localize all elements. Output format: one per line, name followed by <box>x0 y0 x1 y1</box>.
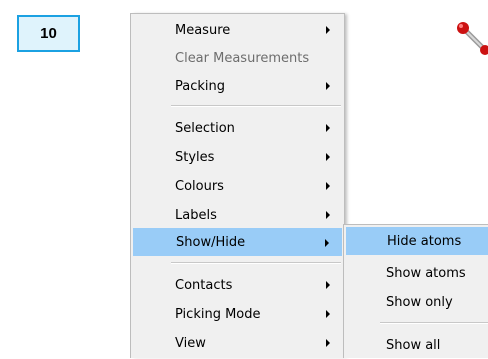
submenu-arrow-icon <box>326 124 330 132</box>
submenu-item-label: Hide atoms <box>387 233 462 249</box>
submenu-item-show-only[interactable]: Show only <box>346 288 488 316</box>
menu-item-measure[interactable]: Measure <box>133 16 342 44</box>
menu-item-label: View <box>175 335 206 351</box>
menu-item-view[interactable]: View <box>133 329 342 357</box>
menu-item-label: Selection <box>175 120 235 136</box>
menu-item-styles[interactable]: Styles <box>133 143 342 171</box>
submenu-arrow-icon <box>325 239 329 247</box>
menu-item-picking-mode[interactable]: Picking Mode <box>133 300 342 328</box>
submenu-item-label: Show only <box>386 294 453 310</box>
menu-item-selection[interactable]: Selection <box>133 114 342 142</box>
submenu-arrow-icon <box>326 153 330 161</box>
submenu-arrow-icon <box>326 82 330 90</box>
submenu-item-label: Show atoms <box>386 265 466 281</box>
menu-item-label: Styles <box>175 149 215 165</box>
context-menu: Measure Clear Measurements Packing Selec… <box>130 13 345 358</box>
menu-item-label: Contacts <box>175 277 233 293</box>
menu-item-label: Packing <box>175 78 226 94</box>
menu-separator <box>171 105 341 107</box>
menu-item-label: Show/Hide <box>176 234 246 250</box>
menu-item-label: Picking Mode <box>175 306 261 322</box>
menu-item-colours[interactable]: Colours <box>133 172 342 200</box>
submenu-arrow-icon <box>326 182 330 190</box>
submenu-item-show-all[interactable]: Show all <box>346 331 488 359</box>
menu-item-label: Colours <box>175 178 224 194</box>
submenu-separator <box>380 322 488 324</box>
molecule-icon <box>457 22 488 55</box>
menu-item-show-hide[interactable]: Show/Hide <box>133 228 342 256</box>
menu-item-label: Clear Measurements <box>175 50 310 66</box>
menu-item-contacts[interactable]: Contacts <box>133 271 342 299</box>
submenu-arrow-icon <box>326 211 330 219</box>
menu-item-label: Measure <box>175 22 231 38</box>
submenu-item-show-atoms[interactable]: Show atoms <box>346 259 488 287</box>
menu-separator <box>171 262 341 264</box>
submenu-arrow-icon <box>326 339 330 347</box>
show-hide-submenu: Hide atoms Show atoms Show only Show all <box>343 224 488 358</box>
submenu-item-hide-atoms[interactable]: Hide atoms <box>346 227 488 255</box>
menu-item-labels[interactable]: Labels <box>133 201 342 229</box>
submenu-item-label: Show all <box>386 337 441 353</box>
menu-item-packing[interactable]: Packing <box>133 72 342 100</box>
submenu-arrow-icon <box>326 281 330 289</box>
step-number-badge: 10 <box>17 15 80 52</box>
menu-item-label: Labels <box>175 207 217 223</box>
menu-item-clear-measurements: Clear Measurements <box>133 44 342 72</box>
submenu-arrow-icon <box>326 26 330 34</box>
submenu-arrow-icon <box>326 310 330 318</box>
